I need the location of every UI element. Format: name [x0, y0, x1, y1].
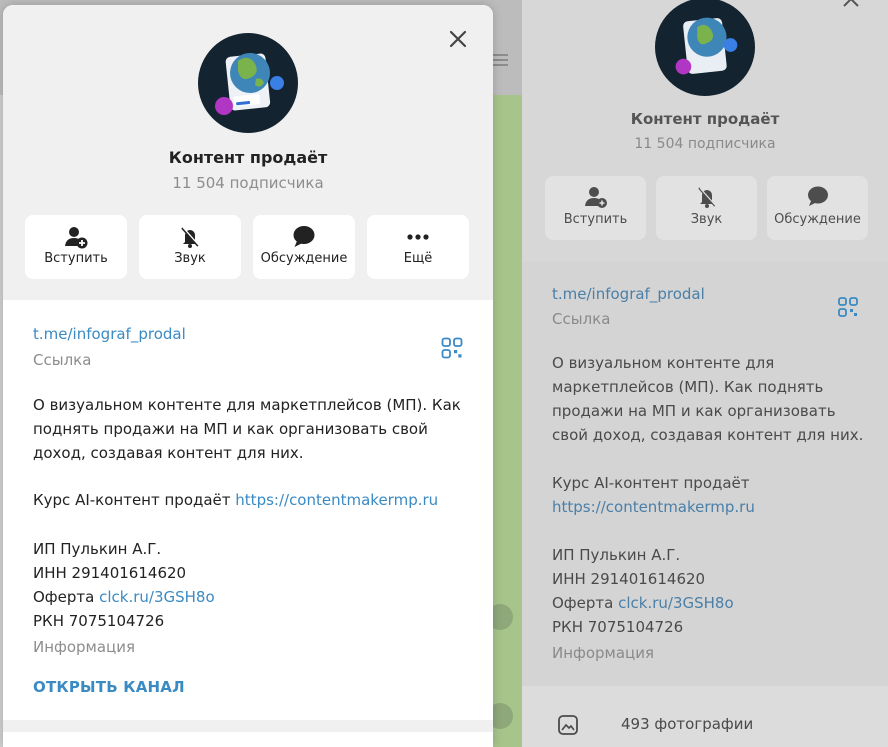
side-panel-course-link: https://contentmakermp.ru — [552, 498, 755, 516]
side-panel-subscribers: 11 504 подписчика — [634, 136, 776, 152]
channel-info-section: t.me/infograf_prodal Ссылка О визуальном… — [3, 300, 493, 720]
chat-bubble-icon — [767, 184, 868, 210]
discussion-button[interactable]: Обсуждение — [253, 215, 355, 279]
sound-button[interactable]: Звук — [139, 215, 241, 279]
side-panel-info: t.me/infograf_prodal Ссылка О визуальном… — [522, 262, 888, 686]
side-panel-close-icon — [840, 0, 862, 10]
about-line: О визуальном контенте для маркетплейсов … — [33, 396, 461, 414]
more-dots-icon — [367, 224, 469, 250]
channel-link[interactable]: t.me/infograf_prodal — [33, 322, 186, 346]
side-panel-discussion-label: Обсуждение — [774, 212, 861, 227]
chat-bubble-icon — [253, 224, 355, 250]
rkn-line: РКН 7075104726 — [33, 612, 165, 630]
side-panel-join-label: Вступить — [563, 212, 628, 227]
oferta-line: Оферта clck.ru/3GSH8o — [33, 585, 215, 609]
join-label: Вступить — [44, 251, 108, 266]
open-channel-button[interactable]: ОТКРЫТЬ КАНАЛ — [33, 678, 185, 696]
oferta-prefix: Оферта — [33, 588, 100, 606]
side-panel-oferta-prefix: Оферта — [552, 594, 619, 612]
close-button[interactable] — [446, 27, 470, 51]
add-user-icon — [25, 224, 127, 250]
side-panel-oferta: Оферта clck.ru/3GSH8o — [552, 591, 734, 615]
oferta-link[interactable]: clck.ru/3GSH8o — [99, 588, 215, 606]
side-panel-header: Контент продаёт 11 504 подписчика Вступи… — [522, 0, 888, 262]
side-panel-sound-button: Звук — [656, 176, 757, 240]
course-prefix: Курс AI-контент продаёт — [33, 491, 236, 509]
more-label: Ещё — [403, 251, 433, 266]
about-line: доход, создавая контент для них. — [33, 444, 304, 462]
side-panel-about-line: продажи на МП и как организовать — [552, 402, 836, 420]
bell-muted-icon — [139, 224, 241, 250]
side-panel-rkn: РКН 7075104726 — [552, 618, 684, 636]
qr-code-button[interactable] — [441, 337, 463, 359]
subscriber-count: 11 504 подписчика — [172, 174, 324, 192]
side-panel-sound-label: Звук — [690, 212, 723, 227]
side-panel-inn: ИНН 291401614620 — [552, 570, 706, 588]
side-panel-photos-count: 493 фотографии — [621, 715, 754, 733]
ip-line: ИП Пулькин А.Г. — [33, 540, 162, 558]
side-panel-title: Контент продаёт — [630, 110, 780, 128]
close-icon[interactable] — [446, 27, 470, 51]
sound-label: Звук — [174, 251, 206, 266]
channel-info-dialog: Контент продаёт 11 504 подписчика Вступи… — [3, 5, 493, 747]
side-panel-about-line: О визуальном контенте для — [552, 354, 775, 372]
more-button[interactable]: Ещё — [367, 215, 469, 279]
side-panel-discussion-button: Обсуждение — [767, 176, 868, 240]
inn-line: ИНН 291401614620 — [33, 564, 187, 582]
bell-muted-icon — [656, 184, 757, 210]
dialog-header: Контент продаёт 11 504 подписчика Вступи… — [3, 5, 493, 300]
info-caption: Информация — [33, 638, 136, 656]
about-line: поднять продажи на МП и как организовать… — [33, 420, 428, 438]
side-panel-join-button: Вступить — [545, 176, 646, 240]
channel-avatar — [198, 33, 298, 133]
chat-menu-icon — [492, 54, 508, 56]
discussion-label: Обсуждение — [260, 251, 348, 266]
side-panel-about-line: маркетплейсов (МП). Как поднять — [552, 378, 824, 396]
channel-title: Контент продаёт — [168, 148, 328, 167]
join-button[interactable]: Вступить — [25, 215, 127, 279]
section-divider — [3, 720, 493, 732]
side-panel-link: t.me/infograf_prodal — [552, 285, 705, 303]
side-panel-course: Курс AI-контент продаёт — [552, 474, 750, 492]
profile-side-panel: Контент продаёт 11 504 подписчика Вступи… — [522, 0, 888, 747]
qr-code-icon[interactable] — [441, 337, 463, 359]
photo-icon — [558, 715, 578, 739]
side-panel-avatar — [655, 0, 755, 96]
channel-link-caption: Ссылка — [33, 351, 92, 369]
side-panel-ip: ИП Пулькин А.Г. — [552, 546, 681, 564]
side-panel-about-line: свой доход, создавая контент для них. — [552, 426, 864, 444]
side-panel-qr-icon — [838, 297, 858, 321]
course-line: Курс AI-контент продаёт https://contentm… — [33, 488, 438, 512]
dialog-footer — [3, 732, 493, 747]
side-panel-photos-row: 493 фотографии — [522, 686, 888, 747]
add-user-icon — [545, 184, 646, 210]
course-link[interactable]: https://contentmakermp.ru — [235, 491, 438, 509]
chat-wallpaper — [490, 95, 522, 747]
side-panel-link-caption: Ссылка — [552, 310, 611, 328]
side-panel-info-caption: Информация — [552, 644, 655, 662]
side-panel-oferta-link: clck.ru/3GSH8o — [618, 594, 734, 612]
